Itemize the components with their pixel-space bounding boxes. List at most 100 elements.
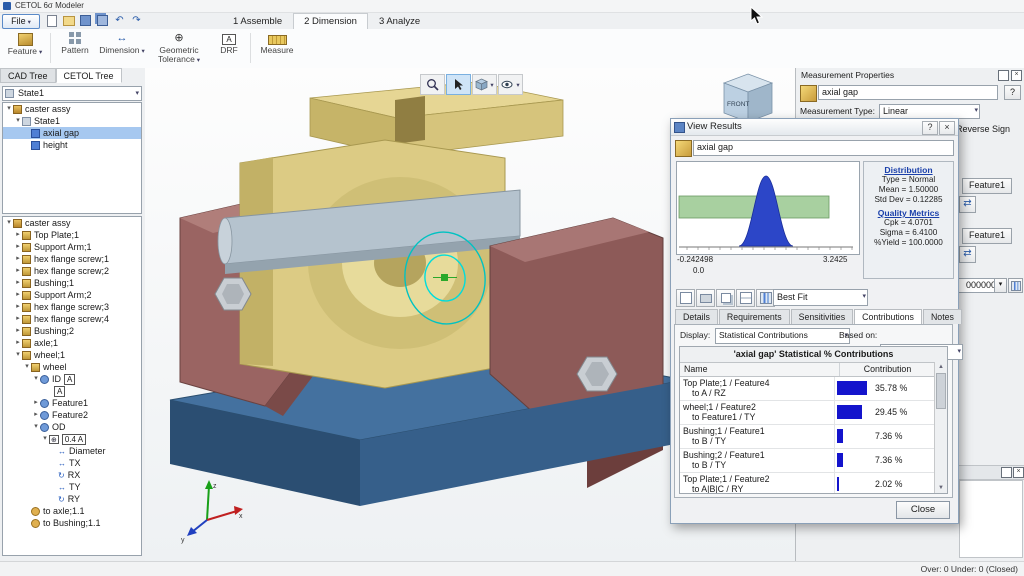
tree-item-hex-flange-screw-1[interactable]: ▸hex flange screw;1 — [3, 253, 141, 265]
open-button[interactable] — [61, 14, 76, 27]
measurement-type-select[interactable]: Linear ▾ — [879, 104, 980, 119]
display-style-button[interactable]: ▾ — [498, 74, 523, 95]
expand-arrow-icon[interactable]: ▸ — [14, 337, 22, 349]
tab-cetol-tree[interactable]: CETOL Tree — [56, 68, 122, 83]
display-mode-select[interactable]: Statistical Contributions ▾ — [715, 328, 850, 344]
contribution-row[interactable]: Top Plate;1 / Feature4to A / RZ35.78 % — [680, 377, 947, 401]
name-column-header[interactable]: Name — [680, 363, 840, 376]
zoom-window-button[interactable] — [420, 74, 445, 95]
dialog-tab-notes[interactable]: Notes — [923, 309, 962, 324]
state-selector[interactable]: State1 ▾ — [2, 86, 142, 101]
expand-arrow-icon[interactable]: ▸ — [32, 397, 40, 409]
tree-item-hex-flange-screw-2[interactable]: ▸hex flange screw;2 — [3, 265, 141, 277]
feature2-button[interactable]: Feature1 — [962, 228, 1012, 244]
tree-item-bushing-1[interactable]: ▸Bushing;1 — [3, 277, 141, 289]
dialog-tab-details[interactable]: Details — [675, 309, 718, 324]
dialog-tab-requirements[interactable]: Requirements — [719, 309, 790, 324]
distribution-option-button[interactable] — [1008, 278, 1023, 293]
contribution-row[interactable]: Bushing;2 / Feature1to B / TY7.36 % — [680, 449, 947, 473]
tree-item-tx[interactable]: ↔TX — [3, 457, 141, 469]
contribution-row[interactable]: Bushing;1 / Feature1to B / TY7.36 % — [680, 425, 947, 449]
tree-item-state1[interactable]: ▾State1 — [3, 115, 141, 127]
new-button[interactable] — [44, 14, 59, 27]
tree-item-to-axle-1-1[interactable]: to axle;1.1 — [3, 505, 141, 517]
contribution-column-header[interactable]: Contribution — [840, 363, 935, 376]
dialog-close-button[interactable]: × — [939, 121, 955, 135]
tab-analyze[interactable]: 3 Analyze — [368, 13, 431, 29]
redo-button[interactable]: ↷ — [129, 14, 144, 27]
collapse-arrow-icon[interactable]: ▾ — [32, 373, 40, 385]
measure-button[interactable]: Measure — [254, 31, 300, 66]
tree-item-caster-assy[interactable]: ▾caster assy — [3, 103, 141, 115]
distribution-heading[interactable]: Distribution — [864, 165, 953, 175]
tree-item-diameter[interactable]: ↔Diameter — [3, 445, 141, 457]
tree-item-to-bushing-1-1[interactable]: to Bushing;1.1 — [3, 517, 141, 529]
close-button[interactable]: Close — [896, 501, 950, 519]
export-button[interactable] — [676, 289, 695, 307]
collapse-arrow-icon[interactable]: ▾ — [14, 115, 22, 127]
feature-button[interactable]: Feature▾ — [4, 31, 46, 66]
view-orientation-button[interactable]: ▾ — [472, 74, 497, 95]
scroll-up-icon[interactable]: ▲ — [935, 362, 947, 372]
tree-item-hex-flange-screw-4[interactable]: ▸hex flange screw;4 — [3, 313, 141, 325]
scroll-down-icon[interactable]: ▼ — [935, 483, 947, 493]
tree-item-height[interactable]: height — [3, 139, 141, 151]
save-button[interactable] — [78, 14, 93, 27]
dialog-tab-contributions[interactable]: Contributions — [854, 309, 922, 324]
measurement-name-input[interactable]: axial gap — [818, 85, 998, 100]
tree-item-hex-flange-screw-3[interactable]: ▸hex flange screw;3 — [3, 301, 141, 313]
tree-item-support-arm-1[interactable]: ▸Support Arm;1 — [3, 241, 141, 253]
expand-arrow-icon[interactable]: ▸ — [14, 241, 22, 253]
tree-item-rx[interactable]: ↻RX — [3, 469, 141, 481]
float-panel-icon[interactable] — [998, 70, 1009, 81]
help-button[interactable]: ? — [1004, 85, 1021, 100]
table-view-button[interactable] — [736, 289, 755, 307]
select-button[interactable] — [446, 74, 471, 95]
contribution-row[interactable]: wheel;1 / Feature2to Feature1 / TY29.45 … — [680, 401, 947, 425]
dimension-button[interactable]: ↔ Dimension▾ — [98, 31, 146, 66]
tree-item-feature1[interactable]: ▸Feature1 — [3, 397, 141, 409]
pattern-button[interactable]: Pattern — [54, 31, 96, 66]
tree-item-ry[interactable]: ↻RY — [3, 493, 141, 505]
expand-arrow-icon[interactable]: ▸ — [14, 265, 22, 277]
expand-arrow-icon[interactable]: ▸ — [14, 253, 22, 265]
tree-item-bushing-2[interactable]: ▸Bushing;2 — [3, 325, 141, 337]
tree-item-axle-1[interactable]: ▸axle;1 — [3, 337, 141, 349]
collapse-arrow-icon[interactable]: ▾ — [5, 103, 13, 115]
tree-item-wheel[interactable]: ▾wheel — [3, 361, 141, 373]
geometric-tolerance-button[interactable]: ⊕ Geometric Tolerance▾ — [148, 31, 210, 66]
expand-arrow-icon[interactable]: ▸ — [14, 301, 22, 313]
scrollbar-thumb[interactable] — [936, 373, 946, 409]
expand-arrow-icon[interactable]: ▸ — [14, 277, 22, 289]
print-button[interactable] — [696, 289, 715, 307]
feature1-button[interactable]: Feature1 — [962, 178, 1012, 194]
drf-button[interactable]: A DRF — [212, 31, 246, 66]
expand-arrow-icon[interactable]: ▸ — [14, 313, 22, 325]
tree-item-axial-gap[interactable]: axial gap — [3, 127, 141, 139]
dialog-tab-sensitivities[interactable]: Sensitivities — [791, 309, 853, 324]
tree-item-id[interactable]: ▾IDA — [3, 373, 141, 385]
close-icon[interactable]: × — [1011, 70, 1022, 81]
tree-item-od[interactable]: ▾OD — [3, 421, 141, 433]
collapse-arrow-icon[interactable]: ▾ — [32, 421, 40, 433]
expand-arrow-icon[interactable]: ▸ — [14, 289, 22, 301]
file-menu-button[interactable]: File▾ — [2, 14, 40, 29]
result-name-input[interactable]: axial gap — [693, 140, 954, 156]
tab-dimension[interactable]: 2 Dimension — [293, 13, 368, 29]
tab-cad-tree[interactable]: CAD Tree — [0, 68, 56, 83]
tree-item-wheel-1[interactable]: ▾wheel;1 — [3, 349, 141, 361]
collapse-arrow-icon[interactable]: ▾ — [5, 217, 13, 229]
tree-item-a[interactable]: A — [3, 385, 141, 397]
tree-item-support-arm-2[interactable]: ▸Support Arm;2 — [3, 289, 141, 301]
save-all-button[interactable] — [95, 14, 110, 27]
dialog-help-button[interactable]: ? — [922, 121, 938, 135]
undo-button[interactable]: ↶ — [112, 14, 127, 27]
table-scrollbar[interactable]: ▲ ▼ — [934, 362, 947, 493]
dialog-titlebar[interactable]: View Results ? × — [671, 119, 958, 136]
tab-assemble[interactable]: 1 Assemble — [222, 13, 293, 29]
collapse-arrow-icon[interactable]: ▾ — [23, 361, 31, 373]
tree-item-top-plate-1[interactable]: ▸Top Plate;1 — [3, 229, 141, 241]
copy-button[interactable] — [716, 289, 735, 307]
close-icon[interactable]: × — [1013, 467, 1024, 478]
tree-item-feature2[interactable]: ▸Feature2 — [3, 409, 141, 421]
